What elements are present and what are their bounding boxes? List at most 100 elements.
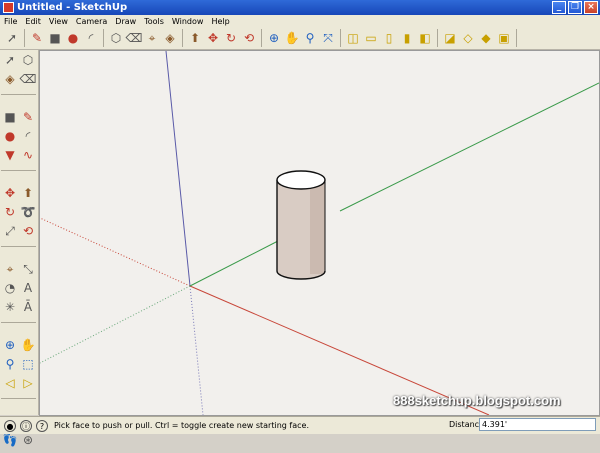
zoom-window-icon[interactable]: ⬚ [20, 356, 36, 372]
protractor-icon[interactable]: ◔ [2, 280, 18, 296]
toolbar-group: ◫ ▭ ▯ ▮ ◧ [341, 29, 438, 47]
title-bar: Untitled - SketchUp _ ❐ × [0, 0, 600, 15]
push-pull-icon[interactable]: ⬆ [20, 185, 36, 201]
sketchup-window: Untitled - SketchUp _ ❐ × File Edit View Ca… [0, 0, 600, 447]
make-component-icon[interactable]: ⬡ [20, 52, 36, 68]
main-toolbar: ➚ ✎ ■ ● ◜ ⬡ ⌫ ⌖ ◈ ⬆ ✥ ↻ ⟲ ⊕ ✋ ⚲ ⤧ ◫ ▭ ▯ ▮ ◧ ◪ ◇ ◆ ▣ [0, 27, 600, 50]
axes-icon[interactable]: ✳ [2, 299, 18, 315]
status-message: Pick face to push or pull. Ctrl = toggle… [54, 421, 309, 430]
scale-icon[interactable]: ⤢ [2, 223, 18, 239]
select-icon[interactable]: ➚ [4, 30, 20, 46]
right-view-icon[interactable]: ▮ [399, 30, 415, 46]
push-pull-icon[interactable]: ⬆ [187, 30, 203, 46]
toolbar-group: ✎ ■ ● ◜ [25, 29, 104, 47]
paint-bucket-icon[interactable]: ◈ [162, 30, 178, 46]
menu-help[interactable]: Help [207, 17, 233, 26]
section-plane-icon[interactable]: ⊛ [20, 432, 36, 448]
wireframe-style-icon[interactable]: ◇ [460, 30, 476, 46]
drawing-area[interactable] [39, 50, 600, 416]
move-icon[interactable]: ✥ [2, 185, 18, 201]
next-view-icon[interactable]: ▷ [20, 375, 36, 391]
cylinder-top-face[interactable] [276, 170, 326, 190]
tape-measure-icon[interactable]: ⌖ [144, 30, 160, 46]
textured-style-icon[interactable]: ▣ [496, 30, 512, 46]
menu-window[interactable]: Window [168, 17, 208, 26]
orbit-icon[interactable]: ⊕ [2, 337, 18, 353]
eraser-icon[interactable]: ⌫ [126, 30, 143, 46]
follow-me-icon[interactable]: ➰ [20, 204, 36, 220]
arc-icon[interactable]: ◜ [83, 30, 99, 46]
toolbar-group: ⬡ ⌫ ⌖ ◈ [104, 29, 183, 47]
menu-camera[interactable]: Camera [72, 17, 111, 26]
pan-icon[interactable]: ✋ [284, 30, 300, 46]
menu-draw[interactable]: Draw [111, 17, 140, 26]
red-axis-negative [40, 217, 191, 287]
toolbar-group: ➚ [0, 29, 25, 47]
toolbar-group: ⊕ ✋ ⚲ ⤧ [262, 29, 341, 47]
minimize-button[interactable]: _ [552, 1, 566, 14]
shaded-style-icon[interactable]: ◆ [478, 30, 494, 46]
zoom-extents-icon[interactable]: ⤧ [320, 30, 336, 46]
window-controls: _ ❐ × [552, 1, 598, 14]
rectangle-icon[interactable]: ■ [2, 109, 18, 125]
3d-text-icon[interactable]: Ā [20, 299, 36, 315]
paint-bucket-icon[interactable]: ◈ [2, 71, 18, 87]
help-icon[interactable]: ? [36, 419, 48, 432]
zoom-icon[interactable]: ⚲ [2, 356, 18, 372]
circle-icon[interactable]: ● [65, 30, 81, 46]
freehand-icon[interactable]: ∿ [20, 147, 36, 163]
circle-icon[interactable]: ● [2, 128, 18, 144]
maximize-button[interactable]: ❐ [568, 1, 582, 14]
tape-measure-icon[interactable]: ⌖ [2, 261, 18, 277]
green-axis [189, 240, 279, 287]
arc-icon[interactable]: ◜ [20, 128, 36, 144]
menu-file[interactable]: File [0, 17, 21, 26]
toolbar-separator [1, 242, 36, 247]
back-view-icon[interactable]: ◧ [417, 30, 433, 46]
rectangle-icon[interactable]: ■ [47, 30, 63, 46]
toolbar-group: ⬆ ✥ ↻ ⟲ [183, 29, 262, 47]
offset-icon[interactable]: ⟲ [20, 223, 36, 239]
credits-icon[interactable]: ⓘ [20, 419, 32, 432]
toolbar-separator [1, 90, 36, 95]
text-icon[interactable]: A [20, 280, 36, 296]
menu-tools[interactable]: Tools [140, 17, 168, 26]
iso-view-icon[interactable]: ◫ [345, 30, 361, 46]
pan-icon[interactable]: ✋ [20, 337, 36, 353]
rotate-icon[interactable]: ↻ [223, 30, 239, 46]
window-title: Untitled - SketchUp [17, 2, 128, 13]
orbit-icon[interactable]: ⊕ [266, 30, 282, 46]
toolbar-separator [1, 318, 36, 323]
zoom-icon[interactable]: ⚲ [302, 30, 318, 46]
top-view-icon[interactable]: ▭ [363, 30, 379, 46]
close-button[interactable]: × [584, 1, 598, 14]
select-icon[interactable]: ➚ [2, 52, 18, 68]
cylinder[interactable] [276, 170, 326, 280]
previous-view-icon[interactable]: ◁ [2, 375, 18, 391]
dimension-icon[interactable]: ⤡ [20, 261, 36, 277]
sketchup-logo-icon [3, 2, 14, 13]
toolbar-group: ◪ ◇ ◆ ▣ [438, 29, 517, 47]
front-view-icon[interactable]: ▯ [381, 30, 397, 46]
blue-axis-negative [189, 285, 204, 415]
walk-icon[interactable]: 👣 [2, 432, 18, 448]
measurements-input[interactable]: 4.391' [479, 418, 596, 431]
make-component-icon[interactable]: ⬡ [108, 30, 124, 46]
green-axis-far [339, 82, 599, 212]
pencil-icon[interactable]: ✎ [29, 30, 45, 46]
eraser-icon[interactable]: ⌫ [20, 71, 37, 87]
menu-edit[interactable]: Edit [21, 17, 45, 26]
xray-style-icon[interactable]: ◪ [442, 30, 458, 46]
green-axis-negative [40, 285, 191, 364]
toolbar-separator [1, 166, 36, 171]
geo-location-icon[interactable]: ● [4, 419, 16, 432]
offset-icon[interactable]: ⟲ [241, 30, 257, 46]
model-canvas[interactable] [40, 51, 599, 415]
line-icon[interactable]: ✎ [20, 109, 36, 125]
menu-view[interactable]: View [45, 17, 72, 26]
polygon-icon[interactable]: ▼ [2, 147, 18, 163]
rotate-icon[interactable]: ↻ [2, 204, 18, 220]
move-icon[interactable]: ✥ [205, 30, 221, 46]
toolbar-separator [1, 394, 36, 399]
cylinder-shade [310, 180, 325, 274]
